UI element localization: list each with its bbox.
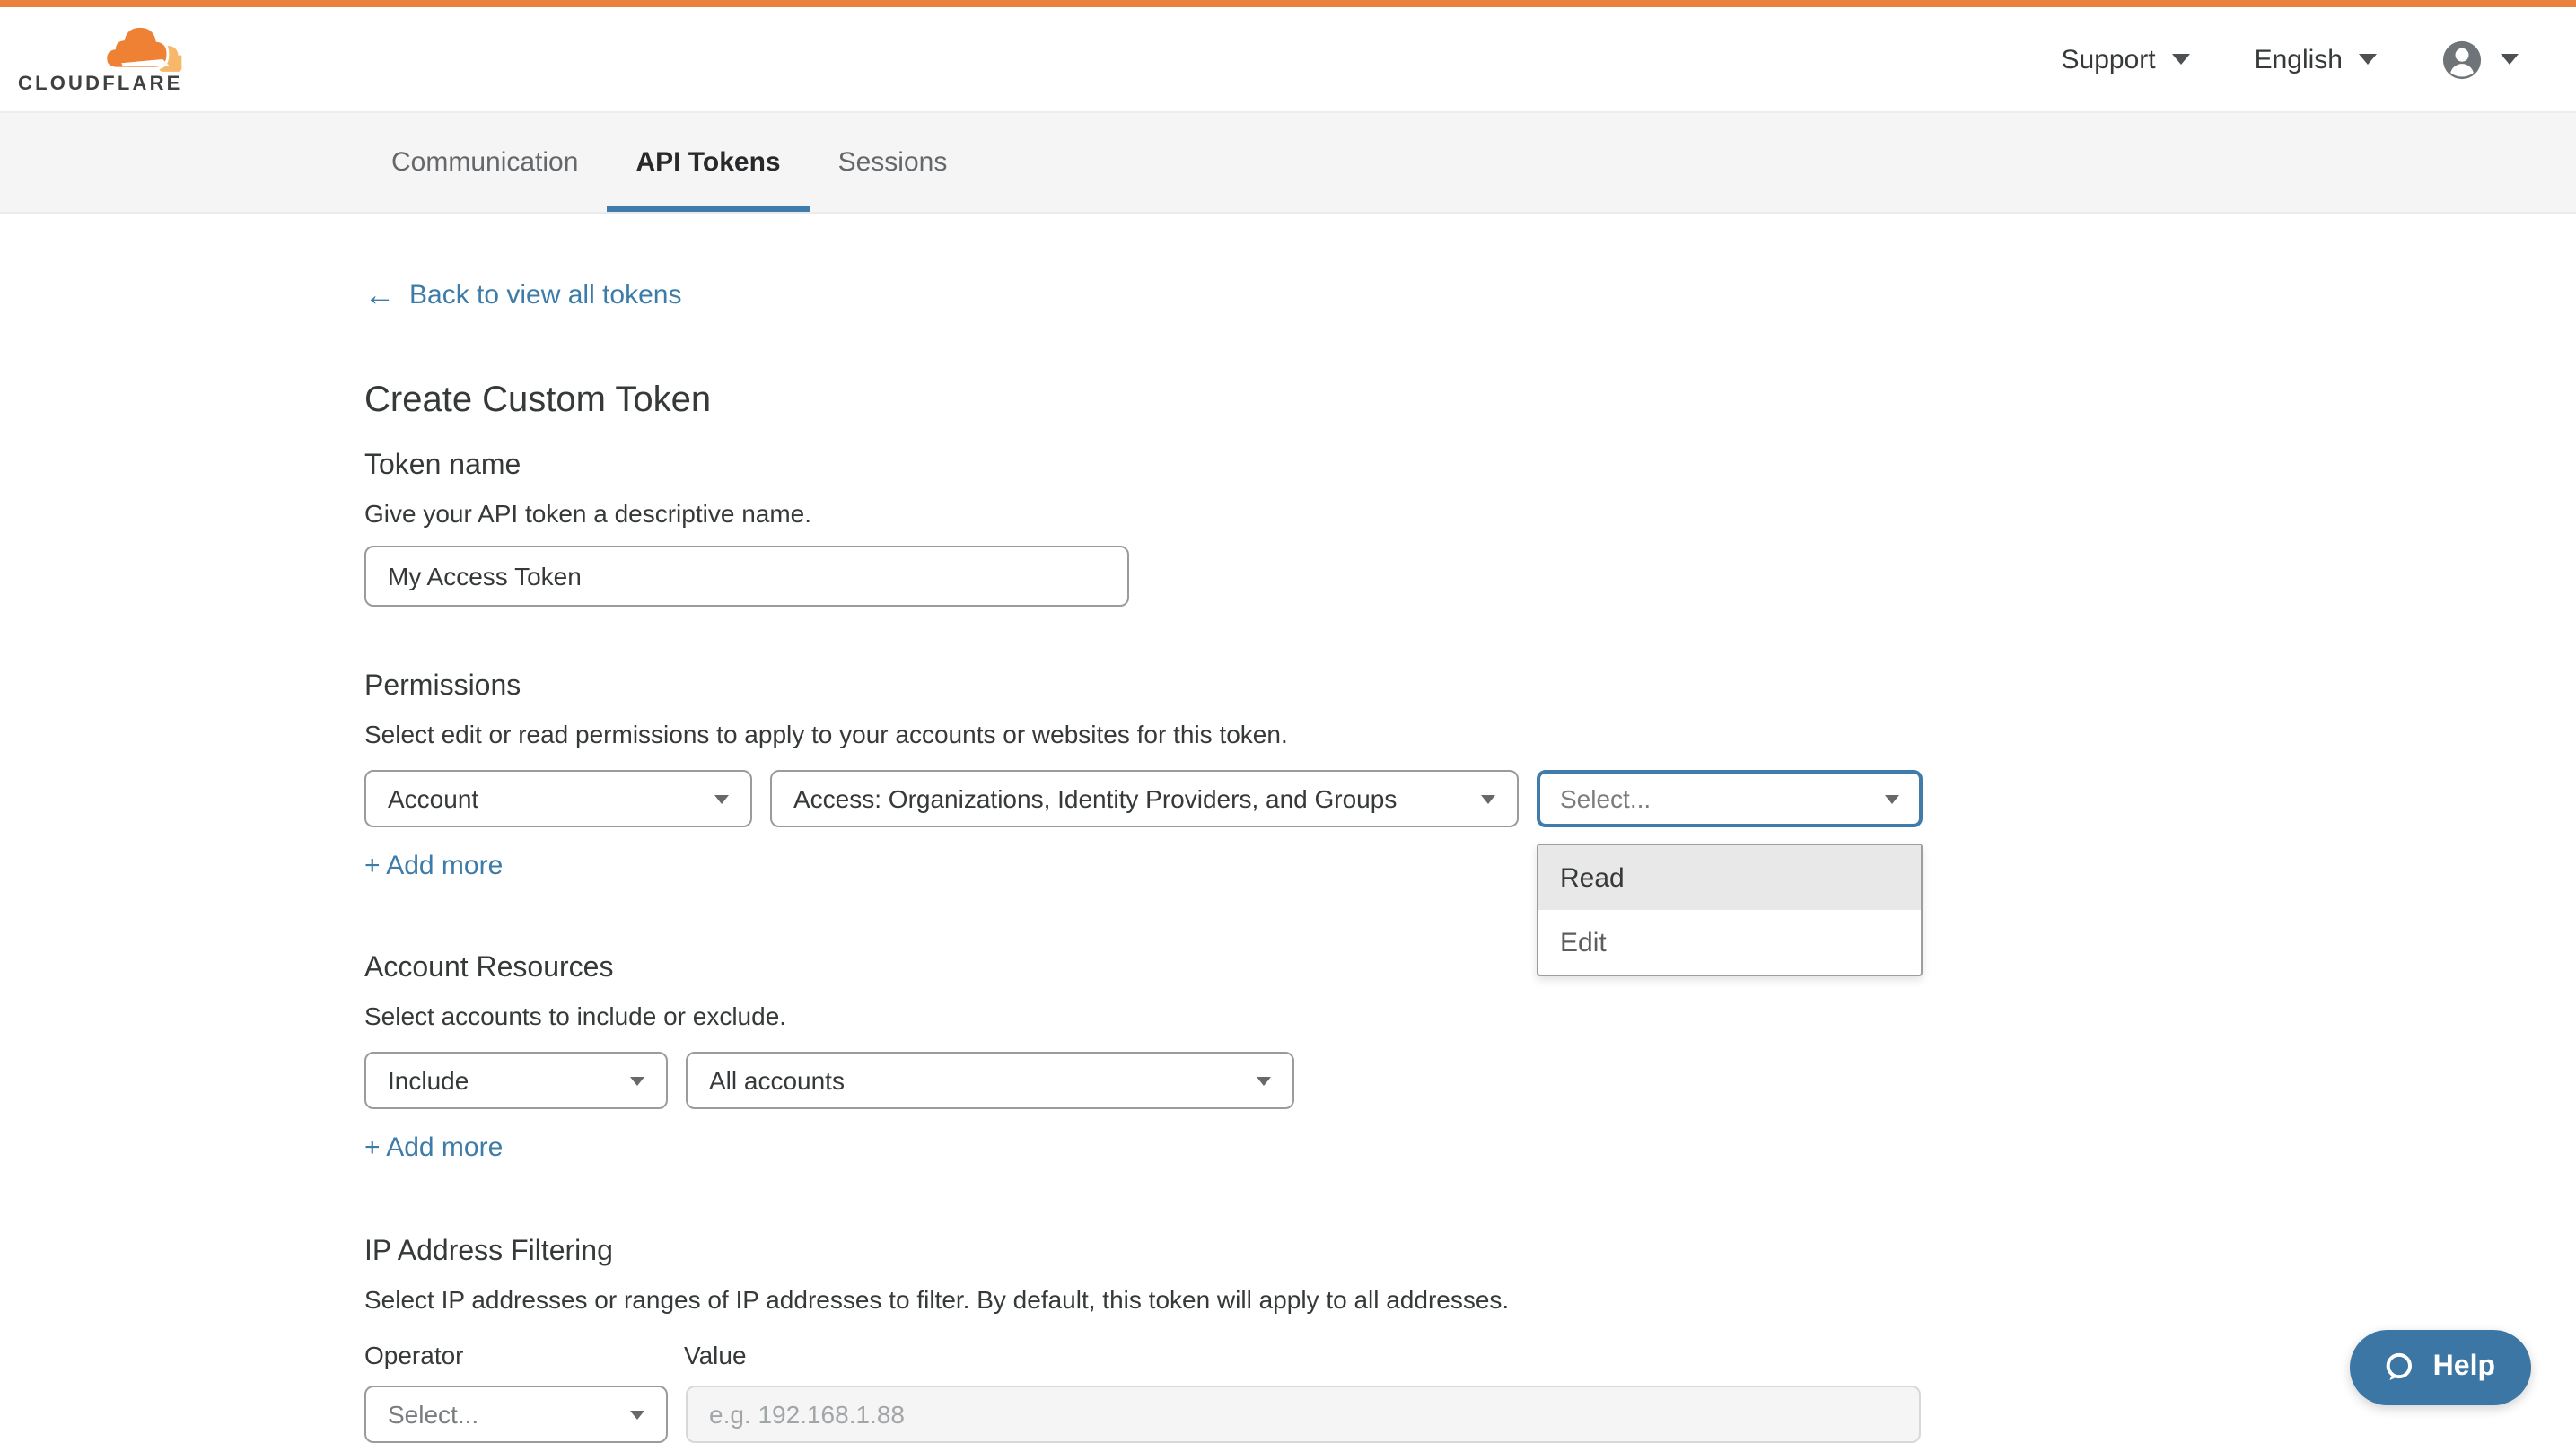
back-link-label: Back to view all tokens — [409, 280, 682, 310]
menu-item-read[interactable]: Read — [1538, 845, 1921, 910]
language-menu[interactable]: English — [2255, 44, 2377, 74]
chevron-down-icon — [1481, 794, 1495, 803]
chevron-down-icon — [2501, 54, 2519, 65]
arrow-left-icon: ← — [364, 282, 395, 309]
page-title: Create Custom Token — [364, 380, 2177, 420]
chevron-down-icon — [1257, 1076, 1271, 1085]
tab-sessions[interactable]: Sessions — [810, 113, 977, 212]
permission-level-menu: Read Edit — [1537, 844, 1923, 976]
cloudflare-wordmark: CLOUDFLARE — [18, 74, 183, 95]
language-label: English — [2255, 44, 2343, 74]
account-menu[interactable] — [2441, 39, 2519, 80]
cloudflare-logo[interactable]: CLOUDFLARE — [18, 23, 190, 95]
help-button[interactable]: Help — [2351, 1330, 2531, 1405]
support-label: Support — [2062, 44, 2156, 74]
permission-resource-select[interactable]: Access: Organizations, Identity Provider… — [770, 770, 1519, 827]
operator-label: Operator — [364, 1342, 668, 1369]
ip-operator-select[interactable]: Select... — [364, 1386, 668, 1443]
token-name-input[interactable] — [364, 546, 1129, 607]
main-content: ← Back to view all tokens Create Custom … — [364, 280, 2177, 1443]
permission-level-select[interactable]: Select... — [1537, 770, 1923, 827]
page: CLOUDFLARE Support English Communicat — [0, 0, 2576, 1430]
tab-api-tokens[interactable]: API Tokens — [607, 113, 809, 212]
menu-item-edit[interactable]: Edit — [1538, 910, 1921, 975]
chevron-down-icon — [630, 1410, 644, 1419]
permission-level-value: Select... — [1560, 784, 1651, 813]
chevron-down-icon — [1885, 794, 1899, 803]
chevron-down-icon — [2359, 54, 2377, 65]
permission-level-select-wrap: Select... Read Edit — [1537, 770, 1923, 827]
cloudflare-cloud-icon — [102, 23, 188, 72]
permission-scope-select[interactable]: Account — [364, 770, 752, 827]
header-right: Support English — [2062, 39, 2519, 80]
ip-filtering-description: Select IP addresses or ranges of IP addr… — [364, 1287, 2177, 1314]
account-resources-row: Include All accounts — [364, 1052, 2177, 1109]
token-name-heading: Token name — [364, 450, 2177, 481]
help-button-label: Help — [2433, 1351, 2495, 1384]
permissions-heading: Permissions — [364, 671, 2177, 702]
resource-accounts-value: All accounts — [709, 1066, 845, 1095]
tab-communication[interactable]: Communication — [363, 113, 607, 212]
header: CLOUDFLARE Support English — [0, 7, 2576, 111]
user-avatar-icon — [2441, 39, 2483, 80]
permissions-description: Select edit or read permissions to apply… — [364, 722, 2177, 748]
back-to-tokens-link[interactable]: ← Back to view all tokens — [364, 280, 682, 310]
account-resources-description: Select accounts to include or exclude. — [364, 1003, 2177, 1030]
ip-filtering-heading: IP Address Filtering — [364, 1237, 2177, 1267]
support-menu[interactable]: Support — [2062, 44, 2190, 74]
value-label: Value — [684, 1342, 747, 1369]
resource-accounts-select[interactable]: All accounts — [686, 1052, 1294, 1109]
ip-value-input[interactable] — [686, 1386, 1921, 1443]
ip-filtering-row: Select... — [364, 1386, 2177, 1443]
chevron-down-icon — [2172, 54, 2190, 65]
brand-accent-bar — [0, 0, 2576, 7]
ip-filtering-labels: Operator Value — [364, 1342, 2177, 1369]
token-name-description: Give your API token a descriptive name. — [364, 501, 2177, 528]
resource-mode-value: Include — [388, 1066, 469, 1095]
permission-resource-value: Access: Organizations, Identity Provider… — [793, 784, 1397, 813]
ip-operator-value: Select... — [388, 1400, 478, 1429]
account-resources-add-more-link[interactable]: + Add more — [364, 1133, 503, 1163]
permissions-add-more-link[interactable]: + Add more — [364, 851, 503, 881]
chevron-down-icon — [714, 794, 729, 803]
permission-scope-value: Account — [388, 784, 478, 813]
permissions-row: Account Access: Organizations, Identity … — [364, 770, 2177, 827]
chat-bubble-icon — [2381, 1350, 2417, 1386]
resource-mode-select[interactable]: Include — [364, 1052, 668, 1109]
chevron-down-icon — [630, 1076, 644, 1085]
tab-bar: Communication API Tokens Sessions — [0, 111, 2576, 214]
